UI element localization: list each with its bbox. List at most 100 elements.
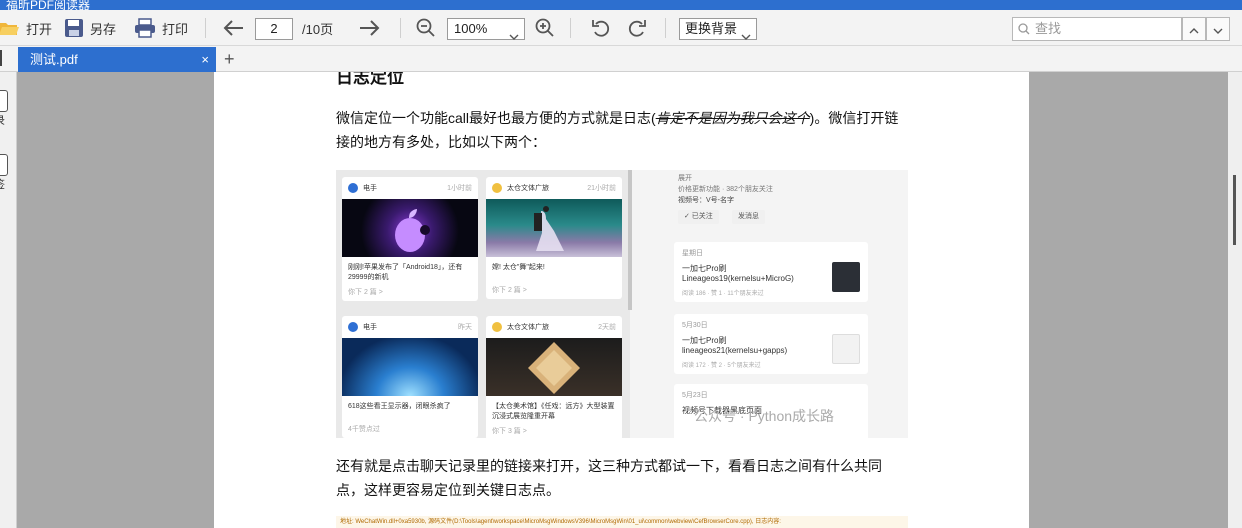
apple-logo-icon xyxy=(395,209,430,252)
feed-column: 电手 1小时前 刚刚!苹果发布了「Android18」，还有29999的新机 你下… xyxy=(336,170,632,438)
vertical-scrollbar[interactable] xyxy=(1228,72,1242,528)
article-date: 5月23日 xyxy=(682,392,708,399)
paragraph: 微信定位一个功能call最好也最方便的方式就是日志(肯定不是因为我只会这个)。微… xyxy=(336,106,908,154)
watermark: 公众号 · Python成长路 xyxy=(694,408,835,424)
list-icon xyxy=(0,90,8,112)
paragraph: 还有就是点击聊天记录里的链接来打开，这三种方式都试一下，看看日志之间有什么共同点… xyxy=(336,458,882,498)
article-meta: 阅读 172 · 赞 2 · 5个朋友来过 xyxy=(682,363,761,369)
tab-document[interactable]: 测试.pdf × xyxy=(18,47,216,72)
toolbar: 打开 另存 打印 2 /10页 100% 更换背景 查找 xyxy=(0,10,1242,46)
sidebar-item-label: 录 xyxy=(0,112,16,128)
new-tab-button[interactable]: + xyxy=(224,48,235,70)
article-title: 一加七Pro刷lineageos21(kernelsu+gapps) xyxy=(682,336,788,355)
search-placeholder: 查找 xyxy=(1035,21,1062,36)
card-image xyxy=(342,199,478,257)
rotate-left-button[interactable] xyxy=(591,10,611,46)
profile-text: 价格更新功能 · 382个朋友关注 xyxy=(678,186,773,193)
card-footer: 你下 3 篇 > xyxy=(492,428,527,435)
card-source: 太仓文体广旅 xyxy=(507,185,549,192)
embedded-scrollbar xyxy=(628,170,632,310)
open-button[interactable]: 打开 xyxy=(0,10,52,46)
zoom-in-button[interactable] xyxy=(535,10,555,46)
section-heading: 日志定位 xyxy=(336,72,404,87)
open-label: 打开 xyxy=(26,21,53,37)
panel-toggle-handle[interactable] xyxy=(0,50,2,66)
rotate-right-button[interactable] xyxy=(627,10,647,46)
profile-text: 视频号：V号-名字 xyxy=(678,197,734,204)
chevron-down-icon xyxy=(509,26,519,46)
print-button[interactable]: 打印 xyxy=(134,10,188,46)
rotate-left-icon xyxy=(591,18,611,38)
feed-card: 电手 1小时前 刚刚!苹果发布了「Android18」，还有29999的新机 你下… xyxy=(342,177,478,301)
article-thumbnail xyxy=(832,334,860,364)
sidebar-item-bookmarks[interactable]: 签 xyxy=(0,154,16,192)
card-footer: 4千赞点过 xyxy=(348,426,380,433)
paragraph-text: 微信定位一个功能call最好也最方便的方式就是日志( xyxy=(336,110,656,126)
chevron-up-icon xyxy=(1189,22,1199,37)
close-icon[interactable]: × xyxy=(201,47,209,72)
bookmark-icon xyxy=(0,154,8,176)
card-source: 太仓文体广旅 xyxy=(507,324,549,331)
search-input[interactable]: 查找 xyxy=(1012,17,1182,41)
article-date: 星期日 xyxy=(682,250,703,257)
zoom-out-button[interactable] xyxy=(416,10,436,46)
page-total: /10页 xyxy=(302,21,334,37)
followed-button: ✓ 已关注 xyxy=(678,210,719,224)
tab-bar: 测试.pdf × + xyxy=(0,46,1242,72)
sidebar-item-label: 签 xyxy=(0,176,16,192)
message-button: 发消息 xyxy=(732,210,765,224)
code-snippet: 地址: WeChatWin.dll+0xa5930b, 源码文件(D:\Tool… xyxy=(336,516,908,528)
toolbar-divider xyxy=(205,18,206,38)
card-title: 618这些看王显示器，闭眼杀疯了 xyxy=(348,403,451,410)
article-card: 5月30日 一加七Pro刷lineageos21(kernelsu+gapps)… xyxy=(674,314,868,374)
zoom-value: 100% xyxy=(454,21,488,36)
avatar xyxy=(492,183,502,193)
next-page-button[interactable] xyxy=(358,10,380,46)
print-label: 打印 xyxy=(162,21,189,37)
zoom-out-icon xyxy=(416,18,436,38)
feed-card: 太仓文体广旅 2天前 【太仓美术馆】《任戏：远方》大型装置沉浸式展览隆重开幕 你下… xyxy=(486,316,622,438)
change-background-button[interactable]: 更换背景 xyxy=(679,18,757,40)
profile-text: 展开 xyxy=(678,175,692,182)
toolbar-divider xyxy=(665,18,666,38)
avatar xyxy=(348,322,358,332)
feed-card: 电手 昨天 618这些看王显示器，闭眼杀疯了 4千赞点过 xyxy=(342,316,478,438)
card-time: 1小时前 xyxy=(447,185,472,192)
card-title: 【太仓美术馆】《任戏：远方》大型装置沉浸式展览隆重开幕 xyxy=(492,403,615,420)
left-side-panel: 录 签 xyxy=(0,72,17,528)
toolbar-divider xyxy=(400,18,401,38)
embedded-screenshot: 电手 1小时前 刚刚!苹果发布了「Android18」，还有29999的新机 你下… xyxy=(336,170,908,438)
scrollbar-thumb[interactable] xyxy=(1233,175,1236,245)
zoom-select[interactable]: 100% xyxy=(447,18,525,40)
chevron-down-icon xyxy=(1213,22,1223,37)
floppy-disk-icon xyxy=(64,18,84,38)
printer-icon xyxy=(134,18,156,38)
card-title: 嫦! 太仓"舞"起来! xyxy=(492,264,545,271)
card-source: 电手 xyxy=(363,185,377,192)
card-time: 21小时前 xyxy=(587,185,616,192)
article-card: 星期日 一加七Pro刷Lineageos19(kernelsu+MicroG) … xyxy=(674,242,868,302)
avatar xyxy=(492,322,502,332)
arrow-left-icon xyxy=(223,19,245,37)
article-date: 5月30日 xyxy=(682,322,708,329)
avatar xyxy=(348,183,358,193)
previous-page-button[interactable] xyxy=(223,10,245,46)
search-previous-button[interactable] xyxy=(1182,17,1206,41)
folder-icon xyxy=(0,19,20,37)
tab-label: 测试.pdf xyxy=(30,52,78,67)
page-number-input[interactable]: 2 xyxy=(255,18,293,40)
saveas-button[interactable]: 另存 xyxy=(64,10,116,46)
strikethrough-text: 肯定不是因为我只会这个 xyxy=(655,110,810,126)
card-image xyxy=(486,199,622,257)
card-time: 昨天 xyxy=(458,324,472,331)
pdf-page: 日志定位 微信定位一个功能call最好也最方便的方式就是日志(肯定不是因为我只会… xyxy=(214,72,1029,528)
sidebar-item-toc[interactable]: 录 xyxy=(0,90,16,128)
article-title: 一加七Pro刷Lineageos19(kernelsu+MicroG) xyxy=(682,264,794,283)
rotate-right-icon xyxy=(627,18,647,38)
search-next-button[interactable] xyxy=(1206,17,1230,41)
card-time: 2天前 xyxy=(598,324,616,331)
article-thumbnail xyxy=(832,262,860,292)
saveas-label: 另存 xyxy=(90,21,117,37)
feed-card: 太仓文体广旅 21小时前 嫦! 太仓"舞"起来! 你下 2 篇 > xyxy=(486,177,622,299)
window-title: 福昕PDF阅读器 xyxy=(6,0,91,10)
